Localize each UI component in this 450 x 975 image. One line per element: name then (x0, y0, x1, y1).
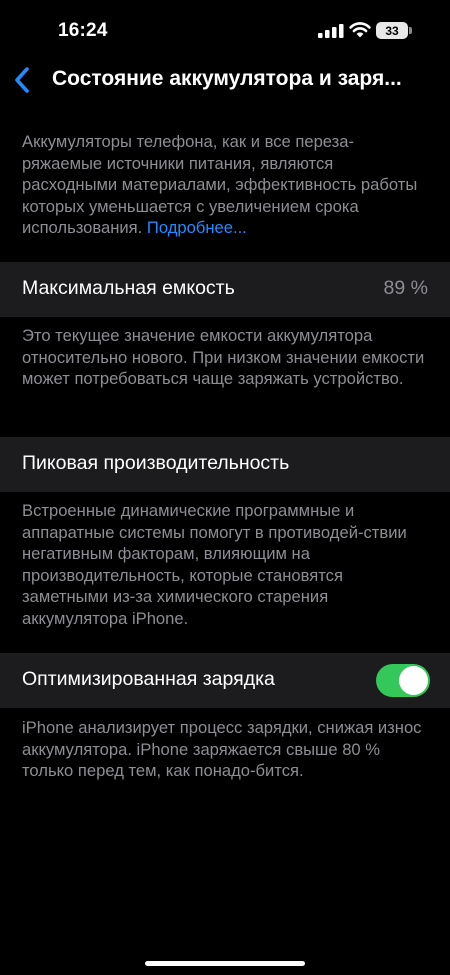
max-capacity-label: Максимальная емкость (22, 277, 235, 299)
optimized-charging-toggle[interactable] (376, 664, 430, 697)
toggle-knob (399, 666, 428, 695)
page-title: Состояние аккумулятора и заря... (52, 67, 402, 90)
home-indicator[interactable] (145, 961, 305, 966)
navigation-bar: Состояние аккумулятора и заря... (0, 58, 450, 102)
optimized-charging-description: iPhone анализирует процесс зарядки, сниж… (22, 718, 422, 780)
screen: 16:24 33 Состояние аккумулятора и заря..… (0, 0, 450, 975)
peak-performance-label: Пиковая производительность (22, 452, 290, 474)
max-capacity-row: Максимальная емкость 89 % (0, 262, 450, 317)
battery-level: 33 (385, 23, 399, 38)
signal-icon (318, 24, 344, 38)
status-time: 16:24 (58, 20, 108, 41)
optimized-charging-label: Оптимизированная зарядка (22, 668, 275, 690)
learn-more-link[interactable]: Подробнее... (147, 218, 247, 237)
intro-text: Аккумуляторы телефона, как и все переза-… (22, 131, 432, 239)
peak-performance-row: Пиковая производительность (0, 437, 450, 492)
optimized-charging-row: Оптимизированная зарядка (0, 653, 450, 708)
battery-tip (409, 27, 412, 34)
chevron-left-icon[interactable] (12, 66, 32, 94)
max-capacity-description: Это текущее значение емкости аккумулятор… (22, 326, 425, 388)
peak-performance-description: Встроенные динамические программные и ап… (22, 501, 407, 628)
max-capacity-value: 89 % (383, 277, 428, 299)
wifi-icon (349, 22, 371, 38)
battery-icon: 33 (376, 22, 408, 39)
status-bar: 16:24 33 (0, 0, 450, 58)
